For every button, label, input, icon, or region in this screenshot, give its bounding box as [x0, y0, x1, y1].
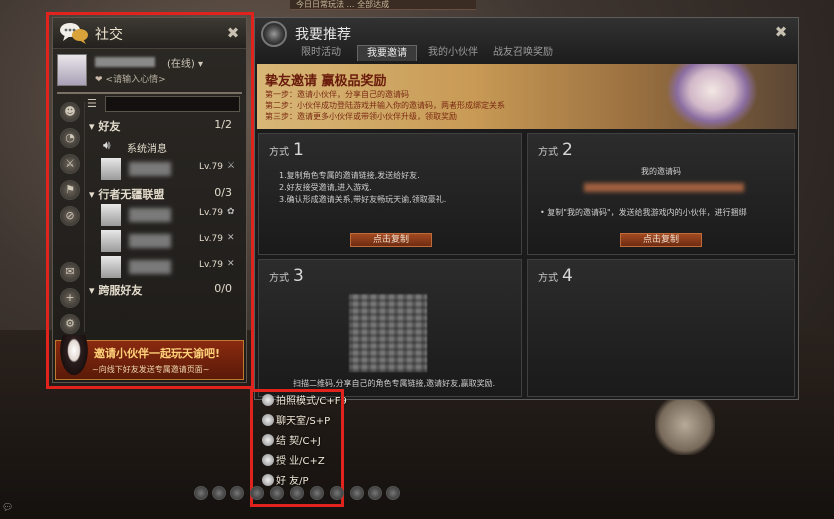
instruction-line: 1.复制角色专属的邀请链接,发送给好友.	[279, 171, 420, 180]
tab-limited-events[interactable]: 限时活动	[291, 45, 351, 61]
banner-step: 第二步：小伙伴成功登陆游戏并输入你的邀请码，两者形成绑定关系	[265, 101, 505, 110]
card-instructions: 扫描二维码,分享自己的角色专属链接,邀请好友,赢取奖励.	[293, 379, 496, 388]
invite-code-blurred	[584, 183, 744, 192]
qr-code-image	[349, 294, 427, 372]
bottom-action-bar	[190, 482, 410, 504]
mail-icon[interactable]	[350, 486, 364, 500]
card-label: 方式 2	[538, 140, 573, 160]
method-number: 2	[562, 140, 573, 160]
tab-my-partners[interactable]: 我的小伙伴	[423, 45, 483, 61]
settings-icon[interactable]	[386, 486, 400, 500]
invite-code-label: 我的邀请码	[641, 167, 681, 176]
shield-icon[interactable]	[270, 486, 284, 500]
method-word: 方式	[538, 273, 558, 284]
instruction-line: 2.好友接受邀请,进入游戏.	[279, 183, 372, 192]
card-label: 方式 4	[538, 266, 573, 286]
recommend-panel: 我要推荐 ✖ 限时活动 我要邀请 我的小伙伴 战友召唤奖励 挚友邀请 赢极品奖励…	[254, 17, 799, 400]
trophy-icon[interactable]	[368, 486, 382, 500]
game-character-figure	[655, 395, 715, 455]
guild-icon[interactable]	[250, 486, 264, 500]
recommend-title: 我要推荐	[295, 27, 351, 43]
method-word: 方式	[269, 147, 289, 158]
banner-title: 挚友邀请 赢极品奖励	[265, 74, 387, 89]
quest-icon[interactable]	[290, 486, 304, 500]
social-icon[interactable]	[310, 486, 324, 500]
chat-corner-icon[interactable]: 💬︎	[2, 503, 13, 513]
copy-link-button[interactable]: 点击复制	[350, 233, 432, 247]
pvp-icon[interactable]	[330, 486, 344, 500]
instruction-line: 3.确认形成邀请关系,带好友畅玩天谕,领取豪礼.	[279, 195, 447, 204]
highlight-frame	[46, 12, 254, 389]
copy-code-button[interactable]: 点击复制	[620, 233, 702, 247]
method-card-3: 方式 3 扫描二维码,分享自己的角色专属链接,邀请好友,赢取奖励.	[258, 259, 522, 397]
method-card-4: 方式 4	[527, 259, 795, 397]
card-instructions: 1.复制角色专属的邀请链接,发送给好友. 2.好友接受邀请,进入游戏. 3.确认…	[279, 170, 446, 206]
method-card-2: 方式 2 我的邀请码 • 复制"我的邀请码"，发送给我游戏内的小伙伴，进行捆绑 点…	[527, 133, 795, 255]
banner-step: 第三步：邀请更多小伙伴或带领小伙伴升级，领取奖励	[265, 112, 457, 121]
banner-character-image	[667, 64, 757, 130]
method-word: 方式	[269, 273, 289, 284]
character-icon[interactable]	[212, 486, 226, 500]
method-number: 3	[293, 266, 304, 286]
method-number: 4	[562, 266, 573, 286]
tab-invite[interactable]: 我要邀请	[357, 45, 417, 61]
gear-icon	[261, 21, 287, 47]
top-notice-banner: 今日日常玩法 … 全部达成	[290, 0, 476, 10]
card-label: 方式 3	[269, 266, 304, 286]
bag-icon[interactable]	[194, 486, 208, 500]
method-card-1: 方式 1 1.复制角色专属的邀请链接,发送给好友. 2.好友接受邀请,进入游戏. …	[258, 133, 522, 255]
method-number: 1	[293, 140, 304, 160]
method-word: 方式	[538, 147, 558, 158]
invite-banner: 挚友邀请 赢极品奖励 第一步：邀请小伙伴，分享自己的邀请码 第二步：小伙伴成功登…	[257, 64, 797, 130]
banner-step: 第一步：邀请小伙伴，分享自己的邀请码	[265, 90, 409, 99]
recommend-header: 我要推荐 ✖ 限时活动 我要邀请 我的小伙伴 战友召唤奖励	[255, 18, 798, 64]
tab-summon-rewards[interactable]: 战友召唤奖励	[487, 45, 559, 61]
skill-icon[interactable]	[230, 486, 244, 500]
card-instructions: • 复制"我的邀请码"，发送给我游戏内的小伙伴，进行捆绑	[540, 208, 747, 217]
card-label: 方式 1	[269, 140, 304, 160]
banner-steps: 第一步：邀请小伙伴，分享自己的邀请码 第二步：小伙伴成功登陆游戏并输入你的邀请码…	[265, 89, 505, 122]
close-icon[interactable]: ✖	[773, 24, 789, 40]
